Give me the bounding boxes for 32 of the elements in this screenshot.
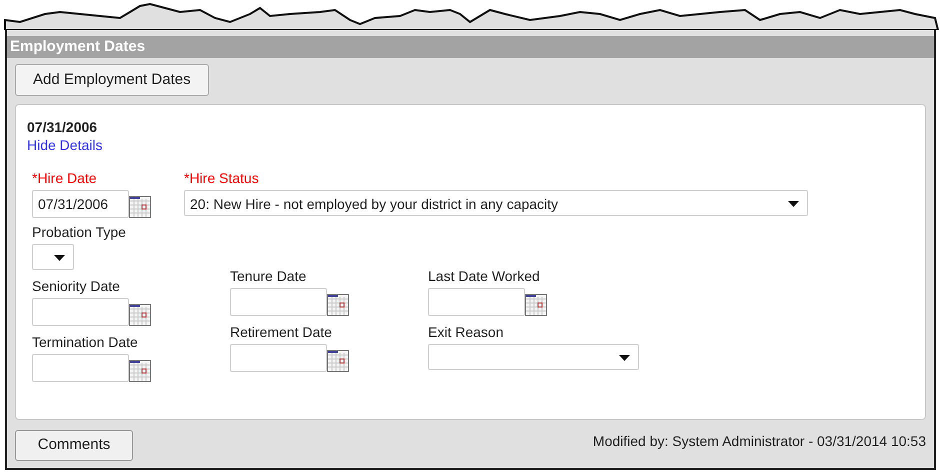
field-label: Retirement Date (230, 323, 333, 341)
calendar-icon[interactable] (525, 294, 547, 316)
date-field[interactable] (32, 298, 129, 326)
caret-icon (54, 255, 65, 261)
comments-button[interactable]: Comments (15, 430, 133, 461)
field-label: Tenure Date (230, 267, 308, 285)
calendar-icon[interactable] (327, 350, 349, 372)
field-label: Seniority Date (32, 277, 121, 295)
hide-details-link[interactable]: Hide Details (27, 135, 102, 155)
dropdown[interactable] (32, 244, 74, 270)
caret-icon (619, 355, 630, 361)
field-label: *Hire Date (32, 169, 98, 187)
date-field[interactable]: 07/31/2006 (32, 190, 129, 218)
caret-icon (788, 201, 799, 207)
section-title: Employment Dates (10, 36, 146, 57)
record-date: 07/31/2006 (27, 119, 98, 135)
calendar-icon[interactable] (129, 360, 151, 382)
date-field[interactable] (428, 288, 525, 316)
dropdown[interactable]: 20: New Hire - not employed by your district in any capacity (184, 190, 808, 216)
date-field[interactable] (230, 344, 327, 372)
calendar-icon[interactable] (129, 196, 151, 218)
calendar-icon[interactable] (129, 304, 151, 326)
calendar-icon[interactable] (327, 294, 349, 316)
field-label: Probation Type (32, 223, 127, 241)
date-field[interactable] (230, 288, 327, 316)
date-field[interactable] (32, 354, 129, 382)
modified-note: Modified by: System Administrator - 03/31/2014 10:53 (592, 432, 926, 451)
field-label: Exit Reason (428, 323, 504, 341)
field-label: *Hire Status (184, 169, 260, 187)
field-label: Last Date Worked (428, 267, 541, 285)
add-dates-button[interactable]: Add Employment Dates (15, 64, 209, 96)
field-label: Termination Date (32, 333, 139, 351)
